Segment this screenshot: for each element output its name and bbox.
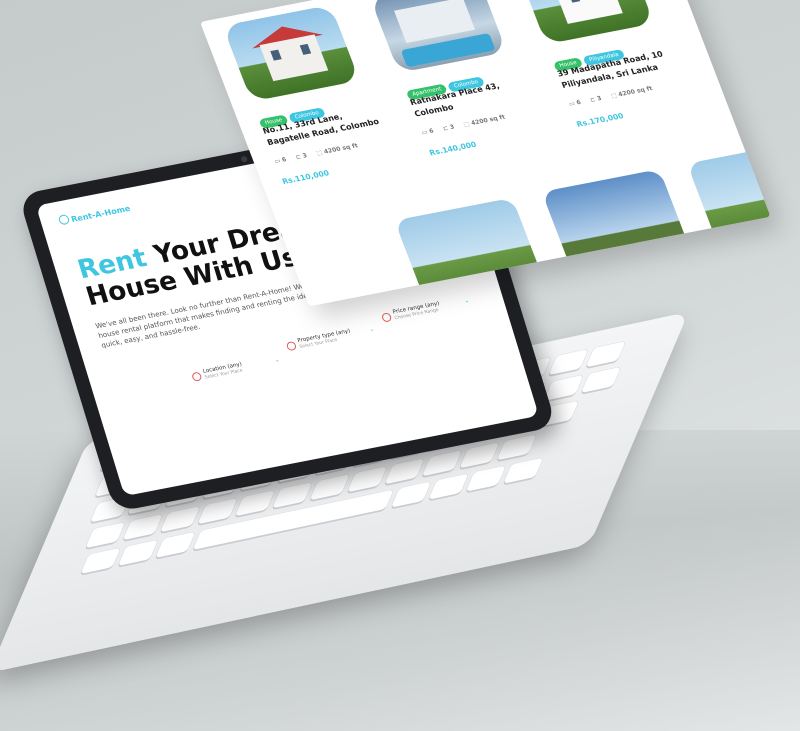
area-icon: ⬚ 4200 sq ft xyxy=(462,113,507,129)
chevron-down-icon: ⌄ xyxy=(463,296,471,305)
price-tag-icon xyxy=(380,312,393,323)
bath-count: 3 xyxy=(301,152,309,160)
keyboard-key xyxy=(309,474,350,501)
bed-icon: ▭ 6 xyxy=(420,127,435,137)
house-photo-row2[interactable] xyxy=(541,169,693,278)
keyboard-key xyxy=(581,366,622,393)
keyboard-key xyxy=(585,341,626,368)
house-photo-row2[interactable] xyxy=(686,140,771,250)
bed-icon: ▭ 6 xyxy=(273,156,288,166)
house-photo xyxy=(517,0,655,45)
home-icon xyxy=(285,340,298,352)
price-range-filter[interactable]: Price range (any) Choose Price Range ⌄ xyxy=(380,294,473,323)
property-type-filter[interactable]: Property type (any) Select Your Place ⌄ xyxy=(285,323,378,352)
bath-count: 3 xyxy=(596,94,603,103)
keyboard-key xyxy=(122,514,163,541)
bed-count: 6 xyxy=(575,98,583,107)
listing-price: Rs.110,000 xyxy=(280,168,331,186)
area-value: 4200 sq ft xyxy=(322,142,360,156)
keyboard-key xyxy=(428,473,469,500)
house-photo xyxy=(369,0,507,73)
listing-price: Rs.140,000 xyxy=(428,139,478,158)
logo-icon xyxy=(57,213,71,226)
keyboard-key xyxy=(548,349,589,376)
keyboard-key xyxy=(391,481,432,508)
chevron-down-icon: ⌄ xyxy=(368,325,376,334)
bath-count: 3 xyxy=(448,123,456,132)
house-photo xyxy=(222,4,360,102)
bed-count: 6 xyxy=(428,127,435,136)
area-value: 4200 sq ft xyxy=(470,113,507,127)
house-body xyxy=(553,0,623,24)
bed-count: 6 xyxy=(280,156,288,164)
keyboard-key xyxy=(160,506,201,533)
mockup-scene: Rent-A-Home Rent Your Dream House With U… xyxy=(0,0,800,731)
keyboard-key xyxy=(197,498,238,525)
chevron-down-icon: ⌄ xyxy=(273,356,281,364)
keyboard-key xyxy=(117,539,158,566)
keyboard-key xyxy=(347,466,388,493)
keyboard-key xyxy=(465,465,506,492)
keyboard-key xyxy=(384,458,425,485)
house-body xyxy=(394,0,476,44)
area-icon: ⬚ 4200 sq ft xyxy=(609,85,654,100)
keyboard-key xyxy=(80,547,121,574)
keyboard-key xyxy=(496,434,537,461)
camera-dot xyxy=(240,155,248,163)
keyboard-key xyxy=(85,522,126,549)
bed-icon: ▭ 6 xyxy=(567,98,583,108)
keyboard-key xyxy=(155,531,196,558)
location-filter[interactable]: Location (any) Select Your Place ⌄ xyxy=(190,353,283,382)
bath-icon: ⊏ 3 xyxy=(442,123,456,133)
area-value: 4200 sq ft xyxy=(617,85,654,99)
keyboard-key xyxy=(272,482,313,509)
keyboard-key xyxy=(543,374,584,401)
site-logo[interactable]: Rent-A-Home xyxy=(57,202,132,226)
listing-price: Rs.170,000 xyxy=(575,111,625,129)
keyboard-key xyxy=(503,457,544,484)
site-logo-text: Rent-A-Home xyxy=(70,204,132,225)
bath-icon: ⊏ 3 xyxy=(294,152,309,161)
bath-icon: ⊏ 3 xyxy=(589,94,603,104)
keyboard-key xyxy=(421,450,462,477)
keyboard-key xyxy=(459,442,500,469)
area-icon: ⬚ 4200 sq ft xyxy=(315,142,360,157)
location-pin-icon xyxy=(191,371,203,382)
keyboard-key xyxy=(234,490,275,517)
